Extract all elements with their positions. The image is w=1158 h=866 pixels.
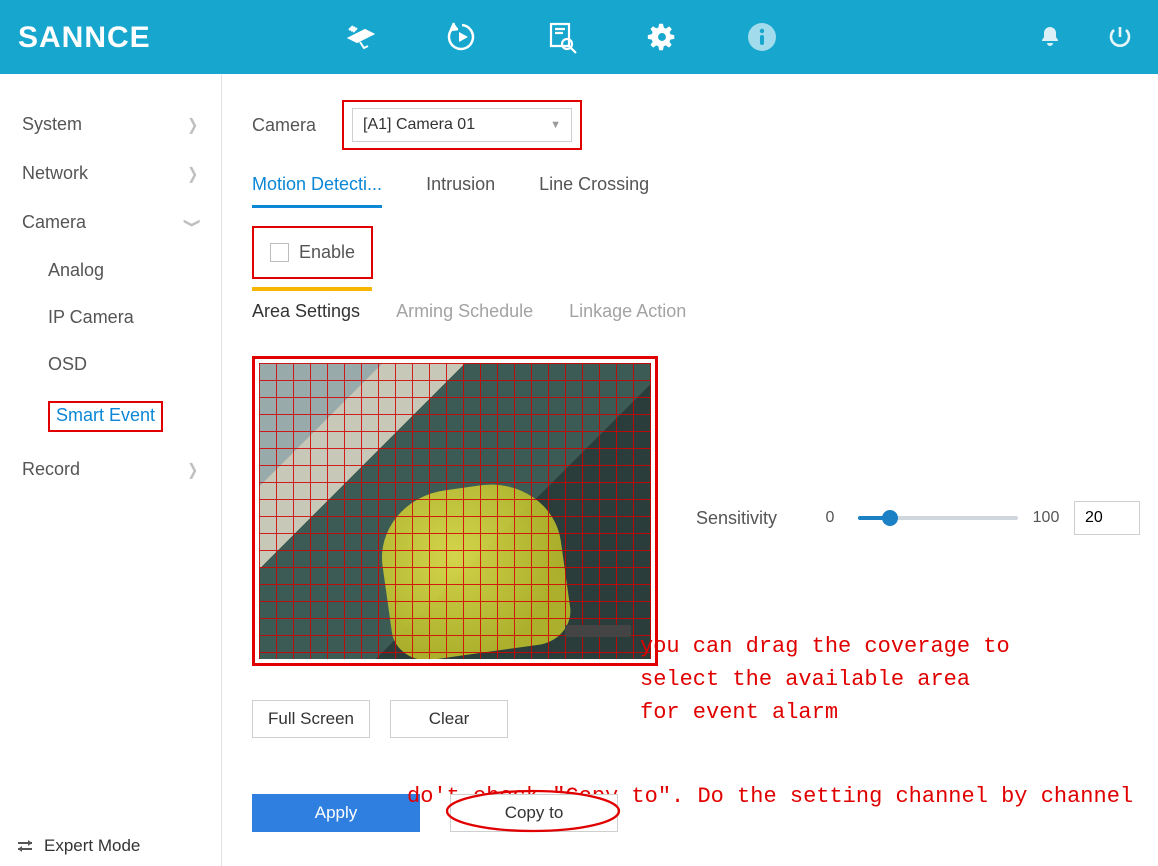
tab-label: Arming Schedule [396,301,533,321]
tab-label: Motion Detecti... [252,174,382,194]
sub-tabs: Area Settings Arming Schedule Linkage Ac… [252,301,1158,322]
annotation-highlight: [A1] Camera 01 ▼ [342,100,582,150]
sidebar-item-label: OSD [48,354,87,374]
button-label: Apply [315,803,358,823]
copy-to-button[interactable]: Copy to [450,794,618,832]
annotation-highlight: Smart Event [48,401,163,432]
sidebar-item-system[interactable]: System ❯ [0,100,221,149]
sidebar-item-smart-event[interactable]: Smart Event [0,388,221,445]
sensitivity-min: 0 [816,509,844,527]
button-label: Full Screen [268,709,354,729]
tab-arming-schedule[interactable]: Arming Schedule [396,301,533,322]
annotation-highlight: Enable [252,226,373,279]
settings-icon[interactable] [644,19,680,55]
sensitivity-label: Sensitivity [696,508,786,529]
topbar-right [1032,19,1138,55]
annotation-highlight [252,356,658,666]
tab-label: Line Crossing [539,174,649,194]
sidebar-item-label: Smart Event [56,405,155,425]
alarm-bell-icon[interactable] [1032,19,1068,55]
video-osd-marker [565,625,631,637]
topbar-nav [344,19,780,55]
sidebar-item-label: Camera [22,212,86,233]
enable-label: Enable [299,242,355,263]
sensitivity-input[interactable] [1074,501,1140,535]
sidebar-item-label: Analog [48,260,104,280]
topbar: SANNCE [0,0,1158,74]
playback-icon[interactable] [444,19,480,55]
expert-mode-toggle[interactable]: Expert Mode [16,836,140,856]
live-view-icon[interactable] [344,19,380,55]
tab-label: Intrusion [426,174,495,194]
sidebar-item-label: System [22,114,82,135]
tab-label: Linkage Action [569,301,686,321]
apply-button[interactable]: Apply [252,794,420,832]
motion-grid-overlay [259,363,651,659]
full-screen-button[interactable]: Full Screen [252,700,370,738]
camera-select[interactable]: [A1] Camera 01 ▼ [352,108,572,142]
active-tab-underline [252,287,372,291]
sidebar-item-record[interactable]: Record ❯ [0,445,221,494]
content: Camera [A1] Camera 01 ▼ Motion Detecti..… [222,74,1158,866]
sidebar-item-camera[interactable]: Camera ❯ [0,198,221,247]
camera-label: Camera [252,115,316,136]
button-label: Copy to [505,803,564,823]
dropdown-triangle-icon: ▼ [550,119,561,131]
sidebar-item-osd[interactable]: OSD [0,341,221,388]
expert-mode-label: Expert Mode [44,836,140,856]
tab-linkage-action[interactable]: Linkage Action [569,301,686,322]
expert-mode-icon [16,837,34,855]
sidebar-item-label: Network [22,163,88,184]
sensitivity-max: 100 [1032,509,1060,527]
chevron-right-icon: ❯ [187,164,198,184]
info-icon[interactable] [744,19,780,55]
sidebar-item-label: Record [22,459,80,480]
motion-area-canvas[interactable] [259,363,651,659]
sidebar-item-label: IP Camera [48,307,134,327]
camera-select-value: [A1] Camera 01 [363,116,475,134]
chevron-right-icon: ❯ [187,460,198,480]
annotation-text: you can drag the coverage to select the … [640,630,1020,729]
slider-thumb[interactable] [882,510,898,526]
chevron-down-icon: ❯ [182,217,202,228]
sidebar: System ❯ Network ❯ Camera ❯ Analog IP Ca… [0,74,222,866]
sidebar-item-ip-camera[interactable]: IP Camera [0,294,221,341]
sensitivity-slider[interactable] [858,515,1018,521]
tab-area-settings[interactable]: Area Settings [252,301,360,322]
chevron-right-icon: ❯ [187,115,198,135]
tab-intrusion[interactable]: Intrusion [426,174,495,208]
tab-line-crossing[interactable]: Line Crossing [539,174,649,208]
brand-logo: SANNCE [18,18,168,56]
sidebar-item-analog[interactable]: Analog [0,247,221,294]
search-file-icon[interactable] [544,19,580,55]
button-label: Clear [429,709,470,729]
power-icon[interactable] [1102,19,1138,55]
sidebar-item-network[interactable]: Network ❯ [0,149,221,198]
event-tabs: Motion Detecti... Intrusion Line Crossin… [252,174,1158,208]
enable-checkbox[interactable] [270,243,289,262]
tab-label: Area Settings [252,301,360,321]
tab-motion-detection[interactable]: Motion Detecti... [252,174,382,208]
clear-button[interactable]: Clear [390,700,508,738]
sensitivity-control: Sensitivity 0 100 [696,370,1140,666]
